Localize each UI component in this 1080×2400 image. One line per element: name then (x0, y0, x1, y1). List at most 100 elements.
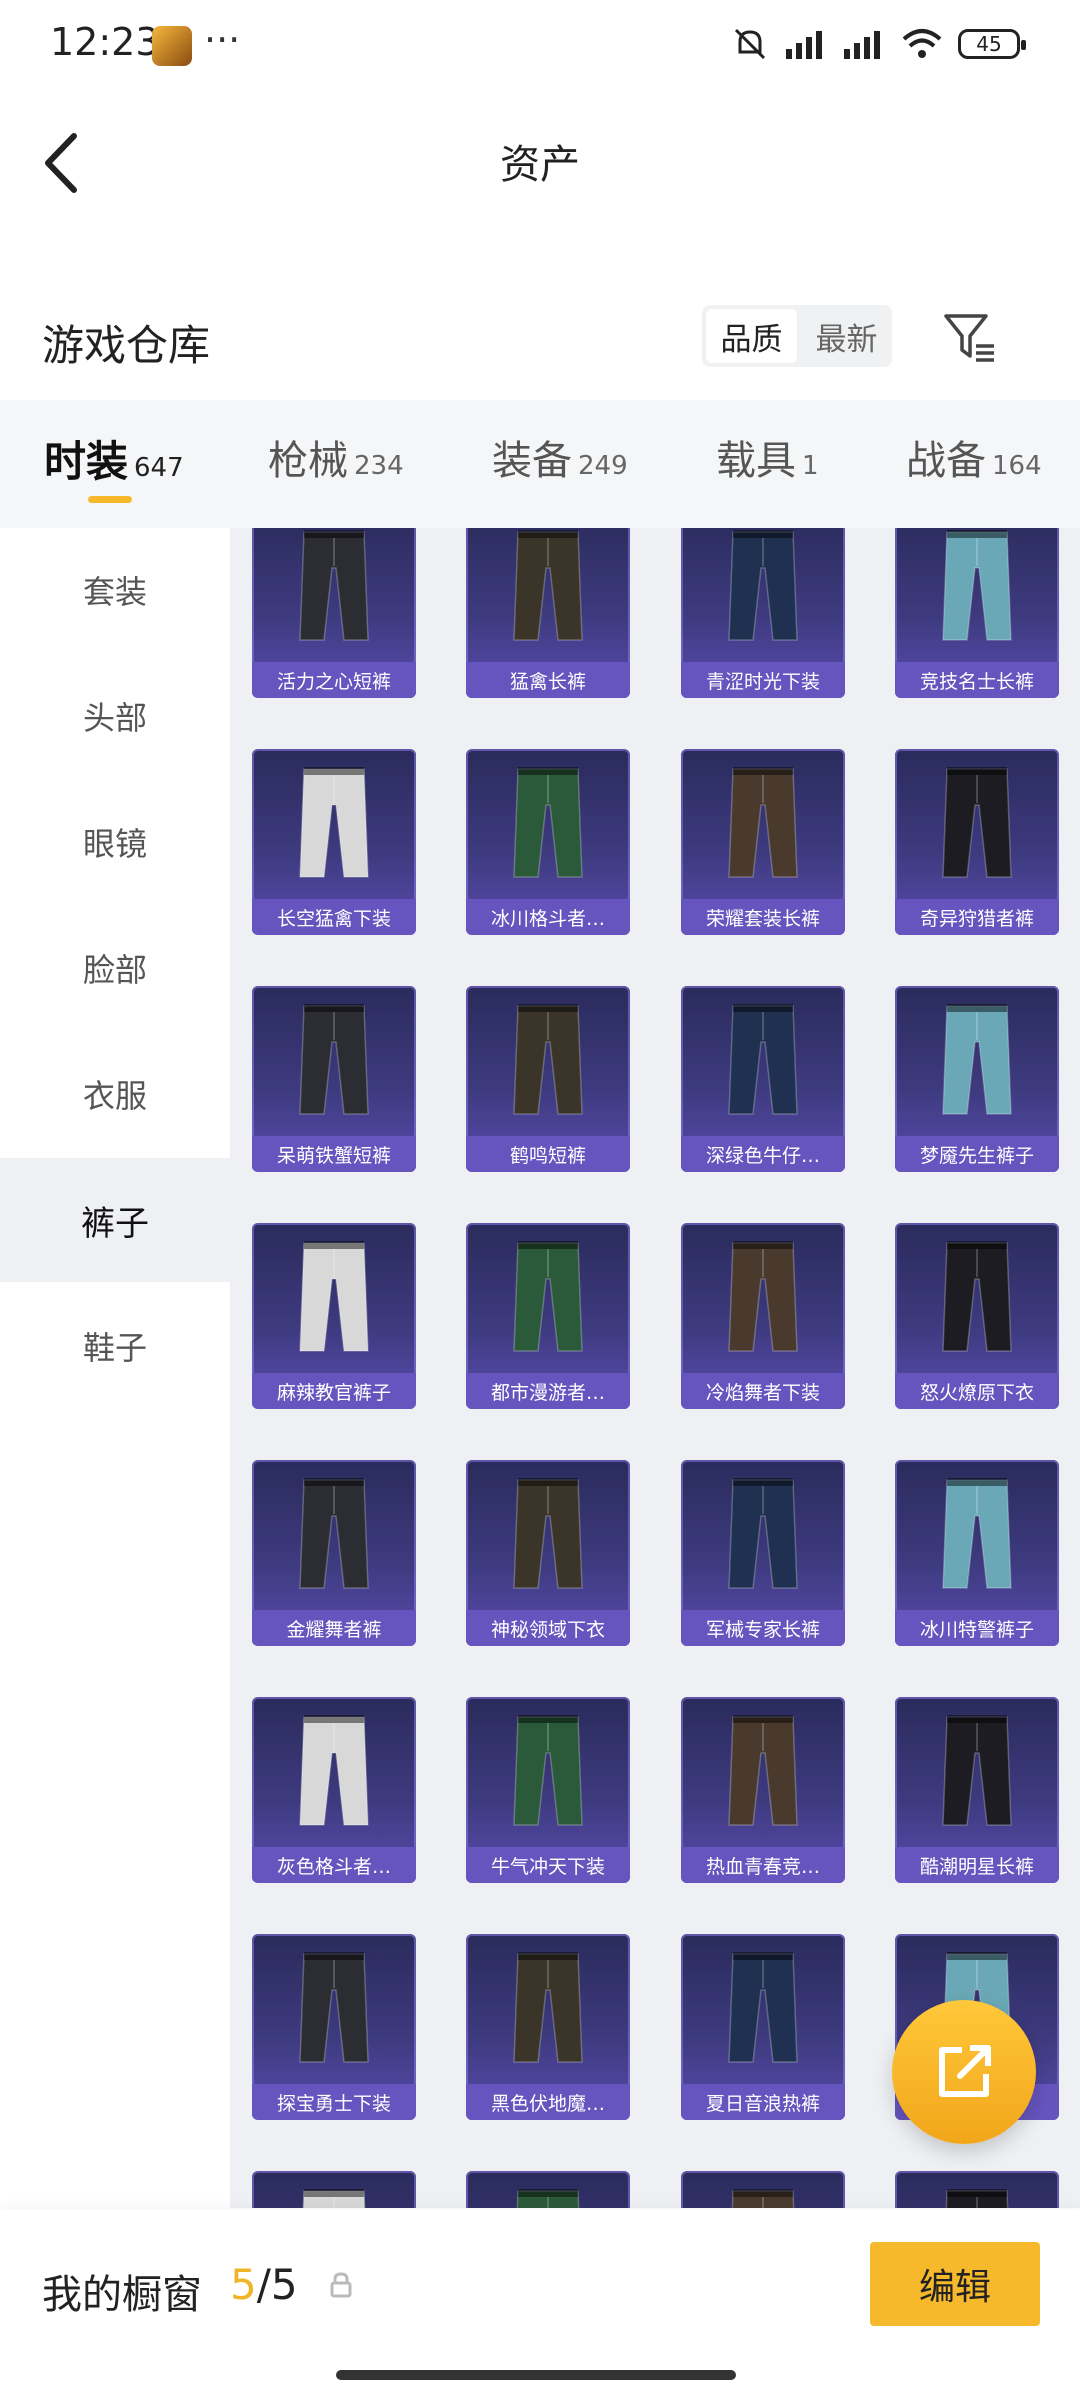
item-card[interactable]: 牛气冲天下装 (466, 1697, 630, 1883)
item-name: 酷潮明星长裤 (895, 1847, 1059, 1883)
item-card[interactable]: 怒火燎原下衣 (895, 1223, 1059, 1409)
tab-label: 枪械 (268, 438, 348, 484)
pants-icon (513, 1715, 583, 1826)
item-card[interactable]: 长空猛禽下装 (252, 749, 416, 935)
subcategory-sidebar: 套装 头部 眼镜 脸部 衣服 裤子 鞋子 (0, 528, 230, 2208)
pants-icon (942, 1478, 1012, 1589)
pants-icon (945, 2189, 1009, 2208)
item-name: 奇异狩猎者裤 (895, 899, 1059, 935)
item-card[interactable]: 呆萌铁蟹短裤 (252, 986, 416, 1172)
item-card[interactable] (681, 2171, 845, 2208)
warehouse-title: 游戏仓库 (42, 321, 211, 370)
sidebar-item-glasses[interactable]: 眼镜 (0, 780, 230, 904)
sidebar-item-shoes[interactable]: 鞋子 (0, 1284, 230, 1408)
item-card[interactable]: 活力之心短裤 (252, 528, 416, 698)
share-float-button[interactable] (892, 2000, 1036, 2144)
item-name: 灰色格斗者… (252, 1847, 416, 1883)
item-card[interactable]: 麻辣教官裤子 (252, 1223, 416, 1409)
item-card[interactable]: 猛禽长裤 (466, 528, 630, 698)
tab-count: 1 (802, 451, 819, 481)
pants-icon (513, 530, 583, 641)
showcase-label: 我的橱窗 (42, 2272, 202, 2318)
item-name: 活力之心短裤 (252, 662, 416, 698)
sidebar-item-suit[interactable]: 套装 (0, 528, 230, 652)
item-name: 鹤鸣短裤 (466, 1136, 630, 1172)
item-name: 金耀舞者裤 (252, 1610, 416, 1646)
pants-icon (728, 767, 798, 878)
pants-icon (513, 1478, 583, 1589)
tab-count: 249 (578, 451, 628, 481)
sort-quality-button[interactable]: 品质 (706, 309, 797, 363)
item-card[interactable]: 都市漫游者… (466, 1223, 630, 1409)
item-card[interactable]: 夏日音浪热裤 (681, 1934, 845, 2120)
item-name: 青涩时光下装 (681, 662, 845, 698)
item-name: 都市漫游者… (466, 1373, 630, 1409)
tab-guns[interactable]: 枪械 234 (268, 428, 404, 486)
item-name: 探宝勇士下装 (252, 2084, 416, 2120)
pants-icon (731, 2189, 795, 2208)
filter-icon[interactable] (942, 310, 998, 366)
item-name: 呆萌铁蟹短裤 (252, 1136, 416, 1172)
sort-newest-button[interactable]: 最新 (801, 305, 892, 367)
pants-icon (728, 1241, 798, 1352)
item-card[interactable]: 冰川特警裤子 (895, 1460, 1059, 1646)
tab-count: 234 (354, 451, 404, 481)
item-name: 麻辣教官裤子 (252, 1373, 416, 1409)
item-card[interactable]: 热血青春竞… (681, 1697, 845, 1883)
item-card[interactable] (252, 2171, 416, 2208)
item-name: 军械专家长裤 (681, 1610, 845, 1646)
item-name: 神秘领域下衣 (466, 1610, 630, 1646)
item-card[interactable]: 奇异狩猎者裤 (895, 749, 1059, 935)
pants-icon (942, 1004, 1012, 1115)
sidebar-item-pants[interactable]: 裤子 (0, 1158, 230, 1282)
pants-icon (299, 1241, 369, 1352)
item-card[interactable]: 冰川格斗者… (466, 749, 630, 935)
share-icon (939, 2045, 991, 2097)
item-card[interactable]: 神秘领域下衣 (466, 1460, 630, 1646)
sidebar-item-clothes[interactable]: 衣服 (0, 1032, 230, 1156)
battery-icon: 45 (958, 29, 1026, 59)
status-bar: 12:23 ··· 45 (0, 0, 1080, 90)
tab-label: 时装 (44, 437, 129, 486)
item-card[interactable]: 金耀舞者裤 (252, 1460, 416, 1646)
pants-icon (728, 1478, 798, 1589)
item-card[interactable]: 灰色格斗者… (252, 1697, 416, 1883)
item-name: 冷焰舞者下装 (681, 1373, 845, 1409)
item-card[interactable]: 竞技名士长裤 (895, 528, 1059, 698)
item-card[interactable]: 深绿色牛仔… (681, 986, 845, 1172)
pants-icon (728, 1004, 798, 1115)
tab-fashion[interactable]: 时装 647 (44, 428, 184, 489)
item-name: 冰川格斗者… (466, 899, 630, 935)
item-card[interactable]: 鹤鸣短裤 (466, 986, 630, 1172)
item-card[interactable]: 荣耀套装长裤 (681, 749, 845, 935)
item-name: 牛气冲天下装 (466, 1847, 630, 1883)
signal-icon (786, 31, 822, 59)
tab-supplies[interactable]: 战备 164 (906, 428, 1042, 486)
pants-icon (299, 1004, 369, 1115)
pants-icon (513, 1004, 583, 1115)
edit-button[interactable]: 编辑 (870, 2242, 1040, 2326)
item-name: 冰川特警裤子 (895, 1610, 1059, 1646)
pants-icon (728, 1715, 798, 1826)
sidebar-item-head[interactable]: 头部 (0, 654, 230, 778)
item-card[interactable] (466, 2171, 630, 2208)
item-card[interactable]: 青涩时光下装 (681, 528, 845, 698)
item-card[interactable]: 探宝勇士下装 (252, 1934, 416, 2120)
item-card[interactable]: 黑色伏地魔… (466, 1934, 630, 2120)
pants-icon (942, 530, 1012, 641)
item-name: 黑色伏地魔… (466, 2084, 630, 2120)
item-card[interactable]: 军械专家长裤 (681, 1460, 845, 1646)
item-card[interactable]: 梦魇先生裤子 (895, 986, 1059, 1172)
pants-icon (942, 767, 1012, 878)
item-name: 长空猛禽下装 (252, 899, 416, 935)
tab-vehicles[interactable]: 载具 1 (716, 428, 819, 486)
item-grid: 活力之心短裤 猛禽长裤 青涩时光下装 竞技名士长裤长空猛禽下装 冰川格斗者… 荣耀套装长裤… (230, 528, 1080, 2208)
item-card[interactable]: 冷焰舞者下装 (681, 1223, 845, 1409)
page-title: 资产 (500, 142, 580, 188)
item-card[interactable] (895, 2171, 1059, 2208)
item-name: 梦魇先生裤子 (895, 1136, 1059, 1172)
sidebar-item-face[interactable]: 脸部 (0, 906, 230, 1030)
tab-active-indicator (88, 496, 132, 503)
tab-equipment[interactable]: 装备 249 (492, 428, 628, 486)
item-card[interactable]: 酷潮明星长裤 (895, 1697, 1059, 1883)
